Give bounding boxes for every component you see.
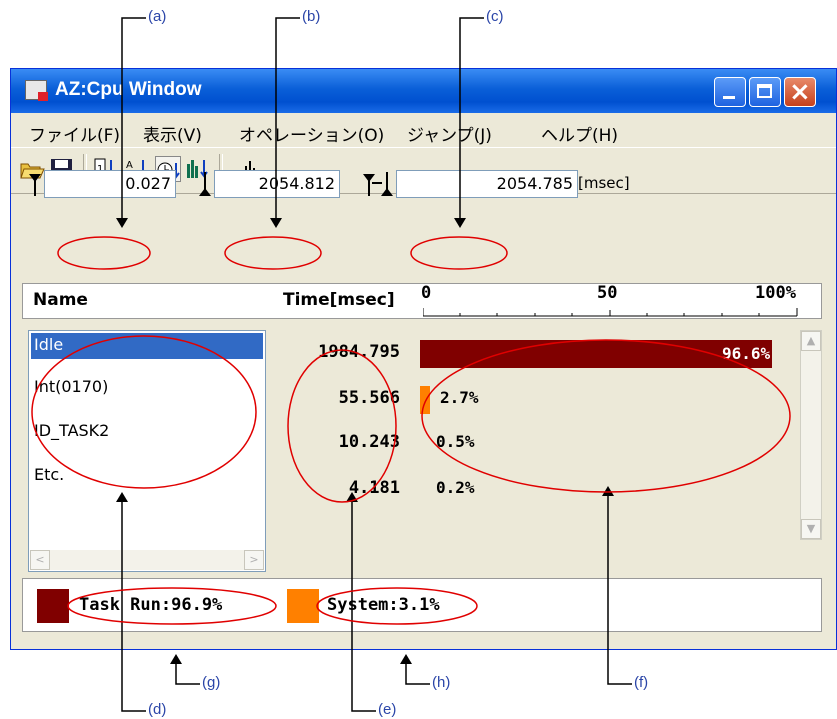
vertical-scrollbar[interactable]: ▲ ▼ bbox=[800, 330, 822, 540]
annotation-b: (b) bbox=[302, 8, 321, 25]
system-label: System:3.1% bbox=[327, 595, 440, 615]
span-marker-icon bbox=[362, 170, 396, 198]
annotation-e: (e) bbox=[378, 701, 397, 718]
annotation-g: (g) bbox=[202, 674, 221, 691]
range-bar bbox=[11, 193, 836, 274]
scale-label-50: 50 bbox=[597, 283, 618, 303]
list-item[interactable]: Int(0170) bbox=[31, 375, 263, 401]
title-bar[interactable]: AZ:Cpu Window × bbox=[11, 69, 836, 113]
maximize-button[interactable] bbox=[749, 77, 781, 107]
system-swatch bbox=[287, 589, 319, 623]
span-time-field[interactable]: 2054.785 bbox=[396, 170, 578, 198]
list-item[interactable]: ID_TASK2 bbox=[31, 419, 263, 445]
list-item[interactable]: Etc. bbox=[31, 463, 263, 489]
window-title: AZ:Cpu Window bbox=[55, 79, 202, 100]
list-item[interactable]: Idle bbox=[31, 333, 263, 359]
close-button[interactable]: × bbox=[784, 77, 816, 107]
scroll-left-icon[interactable]: < bbox=[30, 550, 50, 570]
annotation-f: (f) bbox=[634, 674, 649, 691]
percent-label: 0.5% bbox=[436, 432, 475, 451]
percent-label: 96.6% bbox=[722, 344, 771, 363]
end-time-field[interactable]: 2054.812 bbox=[214, 170, 340, 198]
scroll-right-icon[interactable]: > bbox=[244, 550, 264, 570]
usage-bar bbox=[420, 340, 772, 368]
task-run-swatch bbox=[37, 589, 69, 623]
annotation-a: (a) bbox=[148, 8, 167, 25]
percent-label: 2.7% bbox=[440, 388, 479, 407]
start-marker-icon bbox=[28, 170, 42, 198]
name-list[interactable]: Idle Int(0170) ID_TASK2 Etc. < > bbox=[28, 330, 266, 572]
menu-help[interactable]: ヘルプ(H) bbox=[541, 121, 618, 146]
status-bar: Task Run:96.9% System:3.1% bbox=[22, 578, 822, 632]
menu-file[interactable]: ファイル(F) bbox=[29, 121, 120, 146]
end-marker-icon bbox=[196, 170, 212, 198]
scroll-up-icon[interactable]: ▲ bbox=[801, 331, 821, 351]
time-unit: [msec] bbox=[578, 174, 630, 192]
app-icon bbox=[25, 80, 48, 101]
scale-label-0: 0 bbox=[421, 283, 432, 303]
percent-label: 0.2% bbox=[436, 478, 475, 497]
scale-label-100: 100% bbox=[755, 283, 796, 303]
scroll-down-icon[interactable]: ▼ bbox=[801, 519, 821, 539]
menu-view[interactable]: 表示(V) bbox=[143, 121, 202, 146]
annotation-d: (d) bbox=[148, 701, 167, 718]
annotation-c: (c) bbox=[486, 8, 504, 25]
table-header: Name Time[msec] 0 50 100% bbox=[22, 283, 822, 319]
time-value: 10.243 bbox=[338, 432, 400, 452]
task-run-label: Task Run:96.9% bbox=[79, 595, 223, 615]
name-column-header[interactable]: Name bbox=[33, 290, 88, 310]
menu-operation[interactable]: オペレーション(O) bbox=[239, 121, 384, 146]
menu-jump[interactable]: ジャンプ(J) bbox=[407, 121, 492, 146]
time-value: 55.566 bbox=[338, 388, 400, 408]
minimize-button[interactable] bbox=[714, 77, 746, 107]
menu-bar: ファイル(F) 表示(V) オペレーション(O) ジャンプ(J) ヘルプ(H) bbox=[11, 115, 836, 147]
time-value: 1984.795 bbox=[318, 342, 400, 362]
start-time-field[interactable]: 0.027 bbox=[44, 170, 176, 198]
annotation-h: (h) bbox=[432, 674, 451, 691]
horizontal-scrollbar[interactable]: < > bbox=[30, 550, 264, 570]
time-value: 4.181 bbox=[348, 478, 400, 498]
usage-bar bbox=[420, 386, 430, 414]
time-column-header[interactable]: Time[msec] bbox=[283, 290, 395, 310]
scale-ruler bbox=[423, 308, 798, 317]
